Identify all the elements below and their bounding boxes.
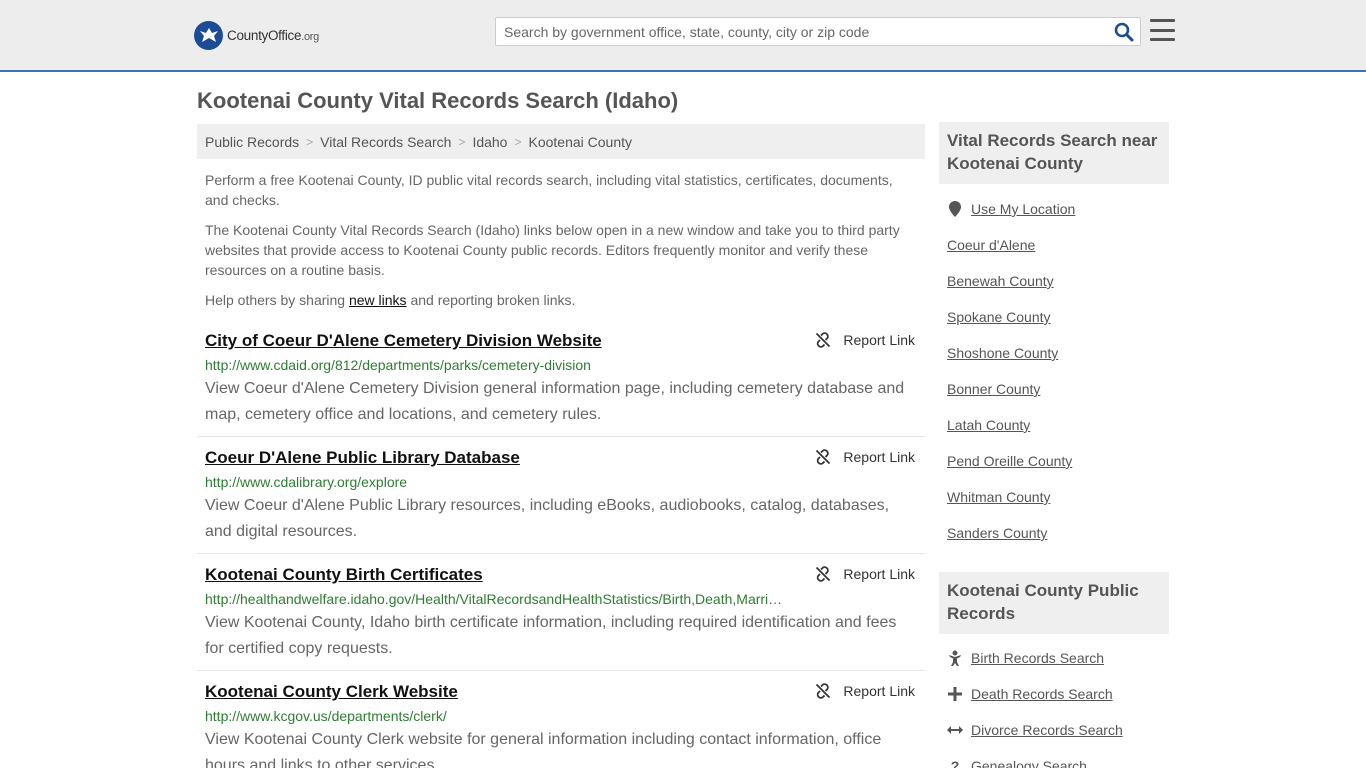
result-title-link[interactable]: Kootenai County Clerk Website: [205, 681, 458, 703]
logo-eagle-icon: [194, 20, 223, 50]
breadcrumb-separator: >: [306, 134, 314, 149]
breadcrumb-idaho[interactable]: Idaho: [472, 134, 507, 150]
birth-records-link[interactable]: Birth Records Search: [947, 650, 1104, 666]
breadcrumb-separator: >: [458, 134, 466, 149]
breadcrumb-separator: >: [514, 134, 522, 149]
nearby-link-sanders[interactable]: Sanders County: [947, 525, 1047, 541]
report-link-button[interactable]: Report Link: [815, 683, 915, 699]
cross-icon: [947, 686, 963, 702]
nearby-link-latah[interactable]: Latah County: [947, 417, 1030, 433]
broken-link-icon: [816, 449, 831, 465]
report-link-button[interactable]: Report Link: [815, 449, 915, 465]
result-item: Kootenai County Birth Certificates Repor…: [197, 564, 925, 671]
result-url: http://healthandwelfare.idaho.gov/Health…: [205, 591, 783, 607]
nearby-link-bonner[interactable]: Bonner County: [947, 381, 1040, 397]
broken-link-icon: [816, 332, 831, 348]
search-icon[interactable]: [1114, 22, 1134, 42]
breadcrumb-kootenai-county[interactable]: Kootenai County: [529, 134, 633, 150]
logo-text: CountyOffice.org: [227, 27, 319, 43]
result-item: Kootenai County Clerk Website Report Lin…: [197, 681, 925, 768]
intro-paragraph-1: Perform a free Kootenai County, ID publi…: [205, 172, 893, 208]
broken-link-icon: [816, 566, 831, 582]
nearby-link-benewah[interactable]: Benewah County: [947, 273, 1054, 289]
report-link-button[interactable]: Report Link: [815, 566, 915, 582]
nearby-link-whitman[interactable]: Whitman County: [947, 489, 1050, 505]
site-logo[interactable]: CountyOffice.org: [194, 20, 319, 50]
breadcrumb: Public Records > Vital Records Search > …: [197, 124, 925, 159]
nearby-link-spokane[interactable]: Spokane County: [947, 309, 1051, 325]
use-my-location-link[interactable]: Use My Location: [947, 201, 1075, 217]
result-url: http://www.cdalibrary.org/explore: [205, 474, 408, 490]
divorce-records-link[interactable]: Divorce Records Search: [947, 722, 1123, 738]
result-description: View Coeur d'Alene Public Library resour…: [205, 497, 890, 540]
breadcrumb-vital-records[interactable]: Vital Records Search: [320, 134, 451, 150]
result-url: http://www.cdaid.org/812/departments/par…: [205, 357, 591, 373]
broken-link-icon: [816, 683, 831, 699]
genealogy-search-link[interactable]: ? Genealogy Search: [947, 758, 1087, 768]
result-title-link[interactable]: City of Coeur D'Alene Cemetery Division …: [205, 330, 602, 352]
result-title-link[interactable]: Kootenai County Birth Certificates: [205, 564, 483, 586]
map-pin-icon: [947, 201, 963, 217]
result-item: Coeur D'Alene Public Library Database Re…: [197, 447, 925, 554]
nearby-link-shoshone[interactable]: Shoshone County: [947, 345, 1058, 361]
new-links-link[interactable]: new links: [349, 292, 407, 308]
split-arrows-icon: [947, 722, 963, 738]
baby-icon: [947, 650, 963, 666]
result-title-link[interactable]: Coeur D'Alene Public Library Database: [205, 447, 520, 469]
result-description: View Coeur d'Alene Cemetery Division gen…: [205, 380, 905, 423]
site-header: CountyOffice.org: [0, 0, 1366, 72]
hamburger-menu-icon[interactable]: [1150, 19, 1175, 41]
search-input[interactable]: [496, 18, 1096, 45]
intro-paragraph-2: The Kootenai County Vital Records Search…: [205, 222, 900, 278]
intro-paragraph-3: Help others by sharing new links and rep…: [205, 292, 576, 308]
nearby-link-coeur-dalene[interactable]: Coeur d'Alene: [947, 237, 1035, 253]
result-description: View Kootenai County Clerk website for g…: [205, 731, 882, 768]
breadcrumb-public-records[interactable]: Public Records: [205, 134, 299, 150]
result-description: View Kootenai County, Idaho birth certif…: [205, 614, 897, 657]
report-link-button[interactable]: Report Link: [815, 332, 915, 348]
death-records-link[interactable]: Death Records Search: [947, 686, 1113, 702]
sidebar-nearby-title: Vital Records Search near Kootenai Count…: [939, 122, 1169, 184]
page-title: Kootenai County Vital Records Search (Id…: [197, 88, 679, 113]
question-icon: ?: [950, 758, 960, 768]
sidebar-public-records-title: Kootenai County Public Records: [939, 572, 1169, 634]
search-box: [495, 17, 1141, 46]
result-item: City of Coeur D'Alene Cemetery Division …: [197, 330, 925, 437]
nearby-link-pend-oreille[interactable]: Pend Oreille County: [947, 453, 1072, 469]
result-url: http://www.kcgov.us/departments/clerk/: [205, 708, 447, 724]
